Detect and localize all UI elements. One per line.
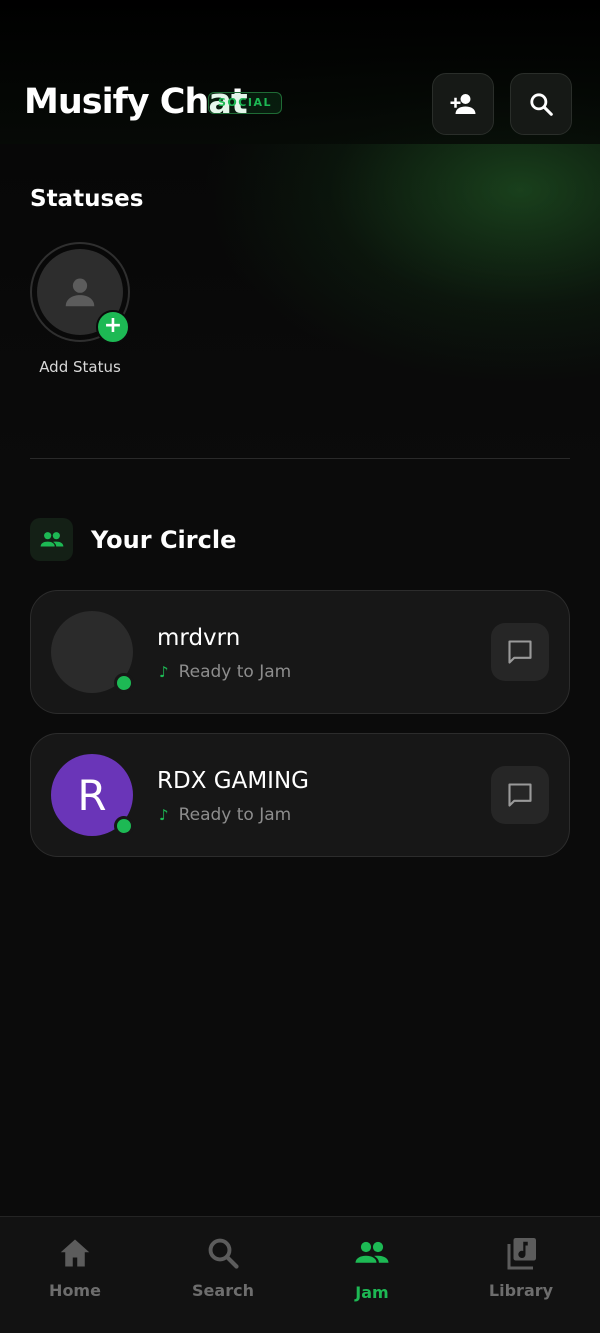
tab-label: Jam xyxy=(355,1283,389,1302)
tab-label: Library xyxy=(488,1281,554,1300)
person-add-icon xyxy=(450,94,476,114)
status-ring: + xyxy=(30,242,130,344)
section-divider xyxy=(30,458,570,459)
message-button[interactable] xyxy=(491,766,549,824)
musify-chat-screen: Musify Chat SOCIAL Statuses + Add Status… xyxy=(0,0,600,1333)
tab-home[interactable]: Home xyxy=(0,1217,150,1333)
statuses-title: Statuses xyxy=(30,186,144,212)
person-icon xyxy=(65,278,95,307)
friend-card[interactable]: R RDX GAMING ♪ Ready to Jam xyxy=(30,733,570,857)
friend-name: RDX GAMING xyxy=(157,768,309,794)
friend-status: ♪ Ready to Jam xyxy=(159,805,291,825)
tab-library[interactable]: Library xyxy=(446,1217,596,1333)
chat-bubble-icon xyxy=(508,640,532,664)
add-status[interactable]: + Add Status xyxy=(30,242,130,376)
tab-label: Search xyxy=(192,1281,254,1300)
add-status-plus-icon[interactable]: + xyxy=(96,310,130,344)
home-icon xyxy=(60,1239,90,1267)
app-header: Musify Chat SOCIAL xyxy=(0,0,600,144)
music-note-icon: ♪ xyxy=(159,663,169,681)
library-music-icon xyxy=(507,1238,536,1270)
circle-section-icon xyxy=(30,518,73,561)
friend-card[interactable]: mrdvrn ♪ Ready to Jam xyxy=(30,590,570,714)
group-icon xyxy=(40,531,63,546)
group-icon xyxy=(355,1241,389,1263)
social-badge: SOCIAL xyxy=(208,92,282,114)
tab-label: Home xyxy=(49,1281,101,1300)
your-circle-title: Your Circle xyxy=(91,526,237,554)
friend-status-text: Ready to Jam xyxy=(178,805,292,825)
online-indicator xyxy=(114,673,134,693)
tab-jam[interactable]: Jam xyxy=(297,1217,447,1333)
friend-status: ♪ Ready to Jam xyxy=(159,662,291,682)
music-note-icon: ♪ xyxy=(159,806,169,824)
search-button[interactable] xyxy=(510,73,572,135)
add-status-label: Add Status xyxy=(39,358,121,376)
search-icon xyxy=(530,93,553,116)
add-friend-button[interactable] xyxy=(432,73,494,135)
friend-status-text: Ready to Jam xyxy=(178,662,292,682)
friend-name: mrdvrn xyxy=(157,625,241,651)
search-icon xyxy=(208,1238,239,1269)
online-indicator xyxy=(114,816,134,836)
bottom-tab-bar: Home Search Jam Library xyxy=(0,1216,600,1333)
message-button[interactable] xyxy=(491,623,549,681)
chat-bubble-icon xyxy=(508,783,532,807)
tab-search[interactable]: Search xyxy=(148,1217,298,1333)
